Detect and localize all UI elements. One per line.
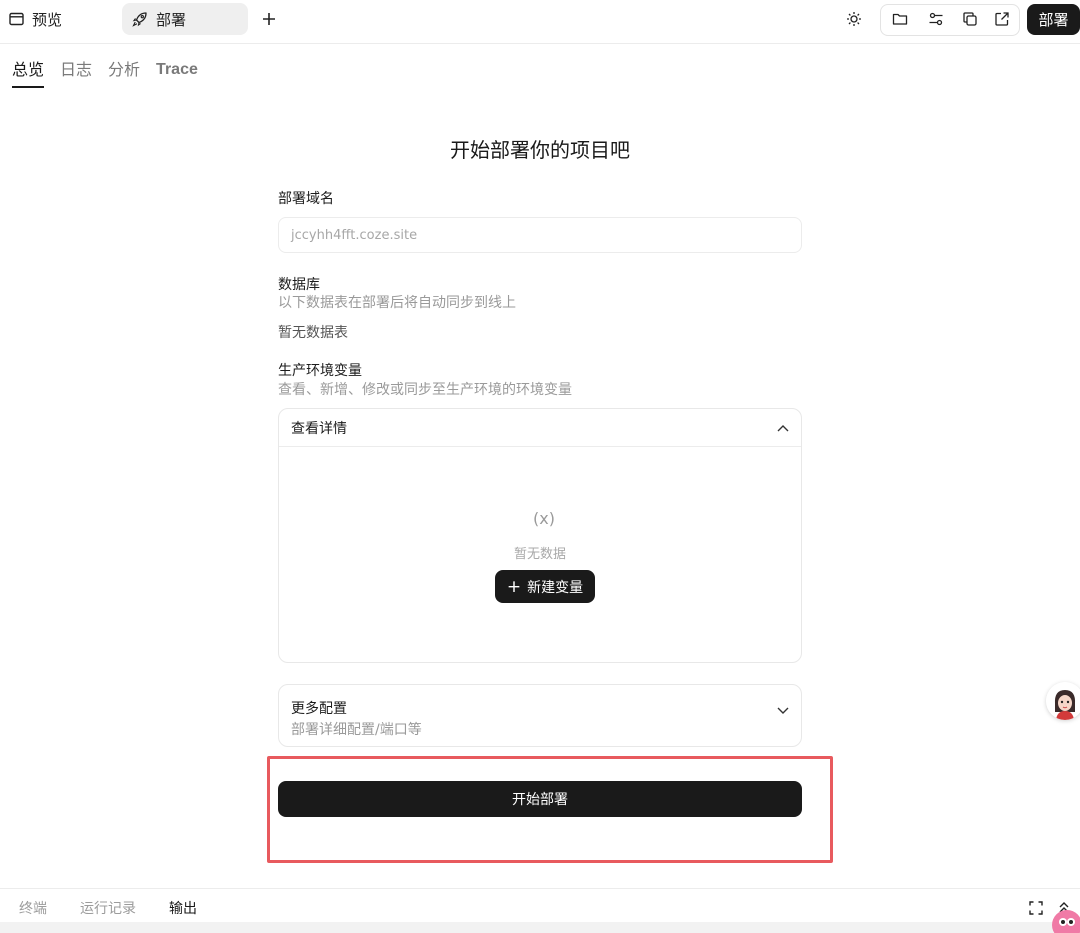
more-config-title: 更多配置	[291, 701, 347, 717]
add-tab-button[interactable]	[258, 8, 280, 30]
plus-icon	[263, 13, 275, 25]
tab-run-history[interactable]: 运行记录	[80, 898, 136, 918]
env-panel-title: 查看详情	[291, 420, 347, 437]
env-vars-description: 查看、新增、修改或同步至生产环境的环境变量	[278, 382, 572, 398]
sliders-icon	[929, 12, 943, 26]
folder-button[interactable]	[885, 4, 915, 34]
tab-trace[interactable]: Trace	[156, 58, 198, 88]
new-variable-button[interactable]: + 新建变量	[495, 570, 595, 603]
chevron-down-icon	[777, 707, 789, 714]
mascot-icon	[1059, 918, 1075, 926]
rocket-icon	[132, 11, 148, 27]
start-deploy-button[interactable]: 开始部署	[278, 781, 802, 817]
env-vars-panel: 查看详情 (x) 暂无数据 + 新建变量	[278, 408, 802, 663]
plus-icon: +	[506, 576, 522, 597]
assistant-avatar[interactable]	[1046, 682, 1080, 720]
tab-overview[interactable]: 总览	[12, 58, 45, 88]
tab-terminal[interactable]: 终端	[19, 898, 47, 918]
mascot-button[interactable]	[1052, 910, 1080, 933]
copy-icon	[963, 12, 977, 26]
theme-toggle-button[interactable]	[839, 4, 869, 34]
sub-tabs: 总览 日志 分析 Trace	[12, 58, 198, 90]
tab-logs[interactable]: 日志	[60, 58, 92, 88]
tab-preview-label: 预览	[32, 10, 63, 29]
tab-preview[interactable]: 预览	[4, 3, 66, 35]
chevron-up-icon	[777, 424, 789, 431]
env-vars-label: 生产环境变量	[278, 363, 362, 379]
more-config-description: 部署详细配置/端口等	[291, 722, 422, 738]
folder-icon	[892, 13, 908, 25]
top-toolbar: 预览 部署 部署	[0, 0, 1080, 44]
sun-icon	[847, 12, 861, 26]
variable-empty-icon: (x)	[533, 509, 555, 528]
domain-placeholder: jccyhh4fft.coze.site	[291, 227, 418, 243]
browser-window-icon	[8, 11, 24, 27]
env-empty-text: 暂无数据	[513, 547, 566, 562]
database-label: 数据库	[278, 277, 320, 293]
copy-button[interactable]	[955, 4, 985, 34]
open-external-button[interactable]	[987, 4, 1017, 34]
settings-sliders-button[interactable]	[921, 4, 951, 34]
tab-output[interactable]: 输出	[169, 898, 197, 918]
external-link-icon	[995, 12, 1009, 26]
env-panel-header[interactable]: 查看详情	[279, 409, 801, 447]
domain-label: 部署域名	[278, 191, 334, 207]
fullscreen-icon	[1029, 901, 1043, 915]
page-title: 开始部署你的项目吧	[450, 138, 630, 162]
avatar-icon	[1046, 682, 1080, 720]
more-config-panel[interactable]: 更多配置 部署详细配置/端口等	[278, 684, 802, 747]
database-description: 以下数据表在部署后将自动同步到线上	[278, 295, 516, 311]
tab-deploy[interactable]: 部署	[122, 3, 248, 35]
tab-analytics[interactable]: 分析	[108, 58, 140, 88]
deploy-button[interactable]: 部署	[1027, 4, 1080, 35]
fullscreen-button[interactable]	[1029, 900, 1043, 919]
bottom-scroll-area	[0, 922, 1080, 933]
domain-field[interactable]: jccyhh4fft.coze.site	[278, 217, 802, 253]
database-empty-text: 暂无数据表	[278, 325, 348, 341]
tab-deploy-label: 部署	[156, 10, 187, 29]
new-variable-label: 新建变量	[527, 579, 584, 596]
